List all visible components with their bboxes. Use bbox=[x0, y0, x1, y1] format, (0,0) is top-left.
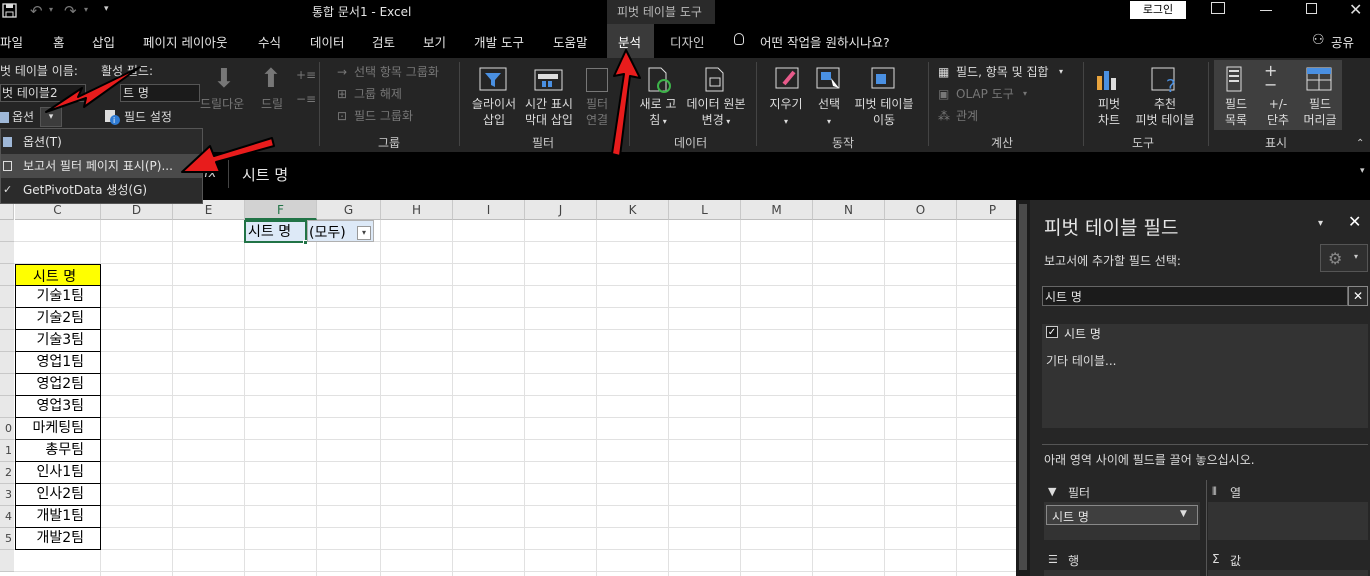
annotation-arrows bbox=[45, 49, 641, 173]
arrow-to-options bbox=[45, 66, 141, 113]
arrow-to-report-filter bbox=[181, 137, 275, 173]
arrow-to-analyze-tab bbox=[611, 49, 641, 157]
